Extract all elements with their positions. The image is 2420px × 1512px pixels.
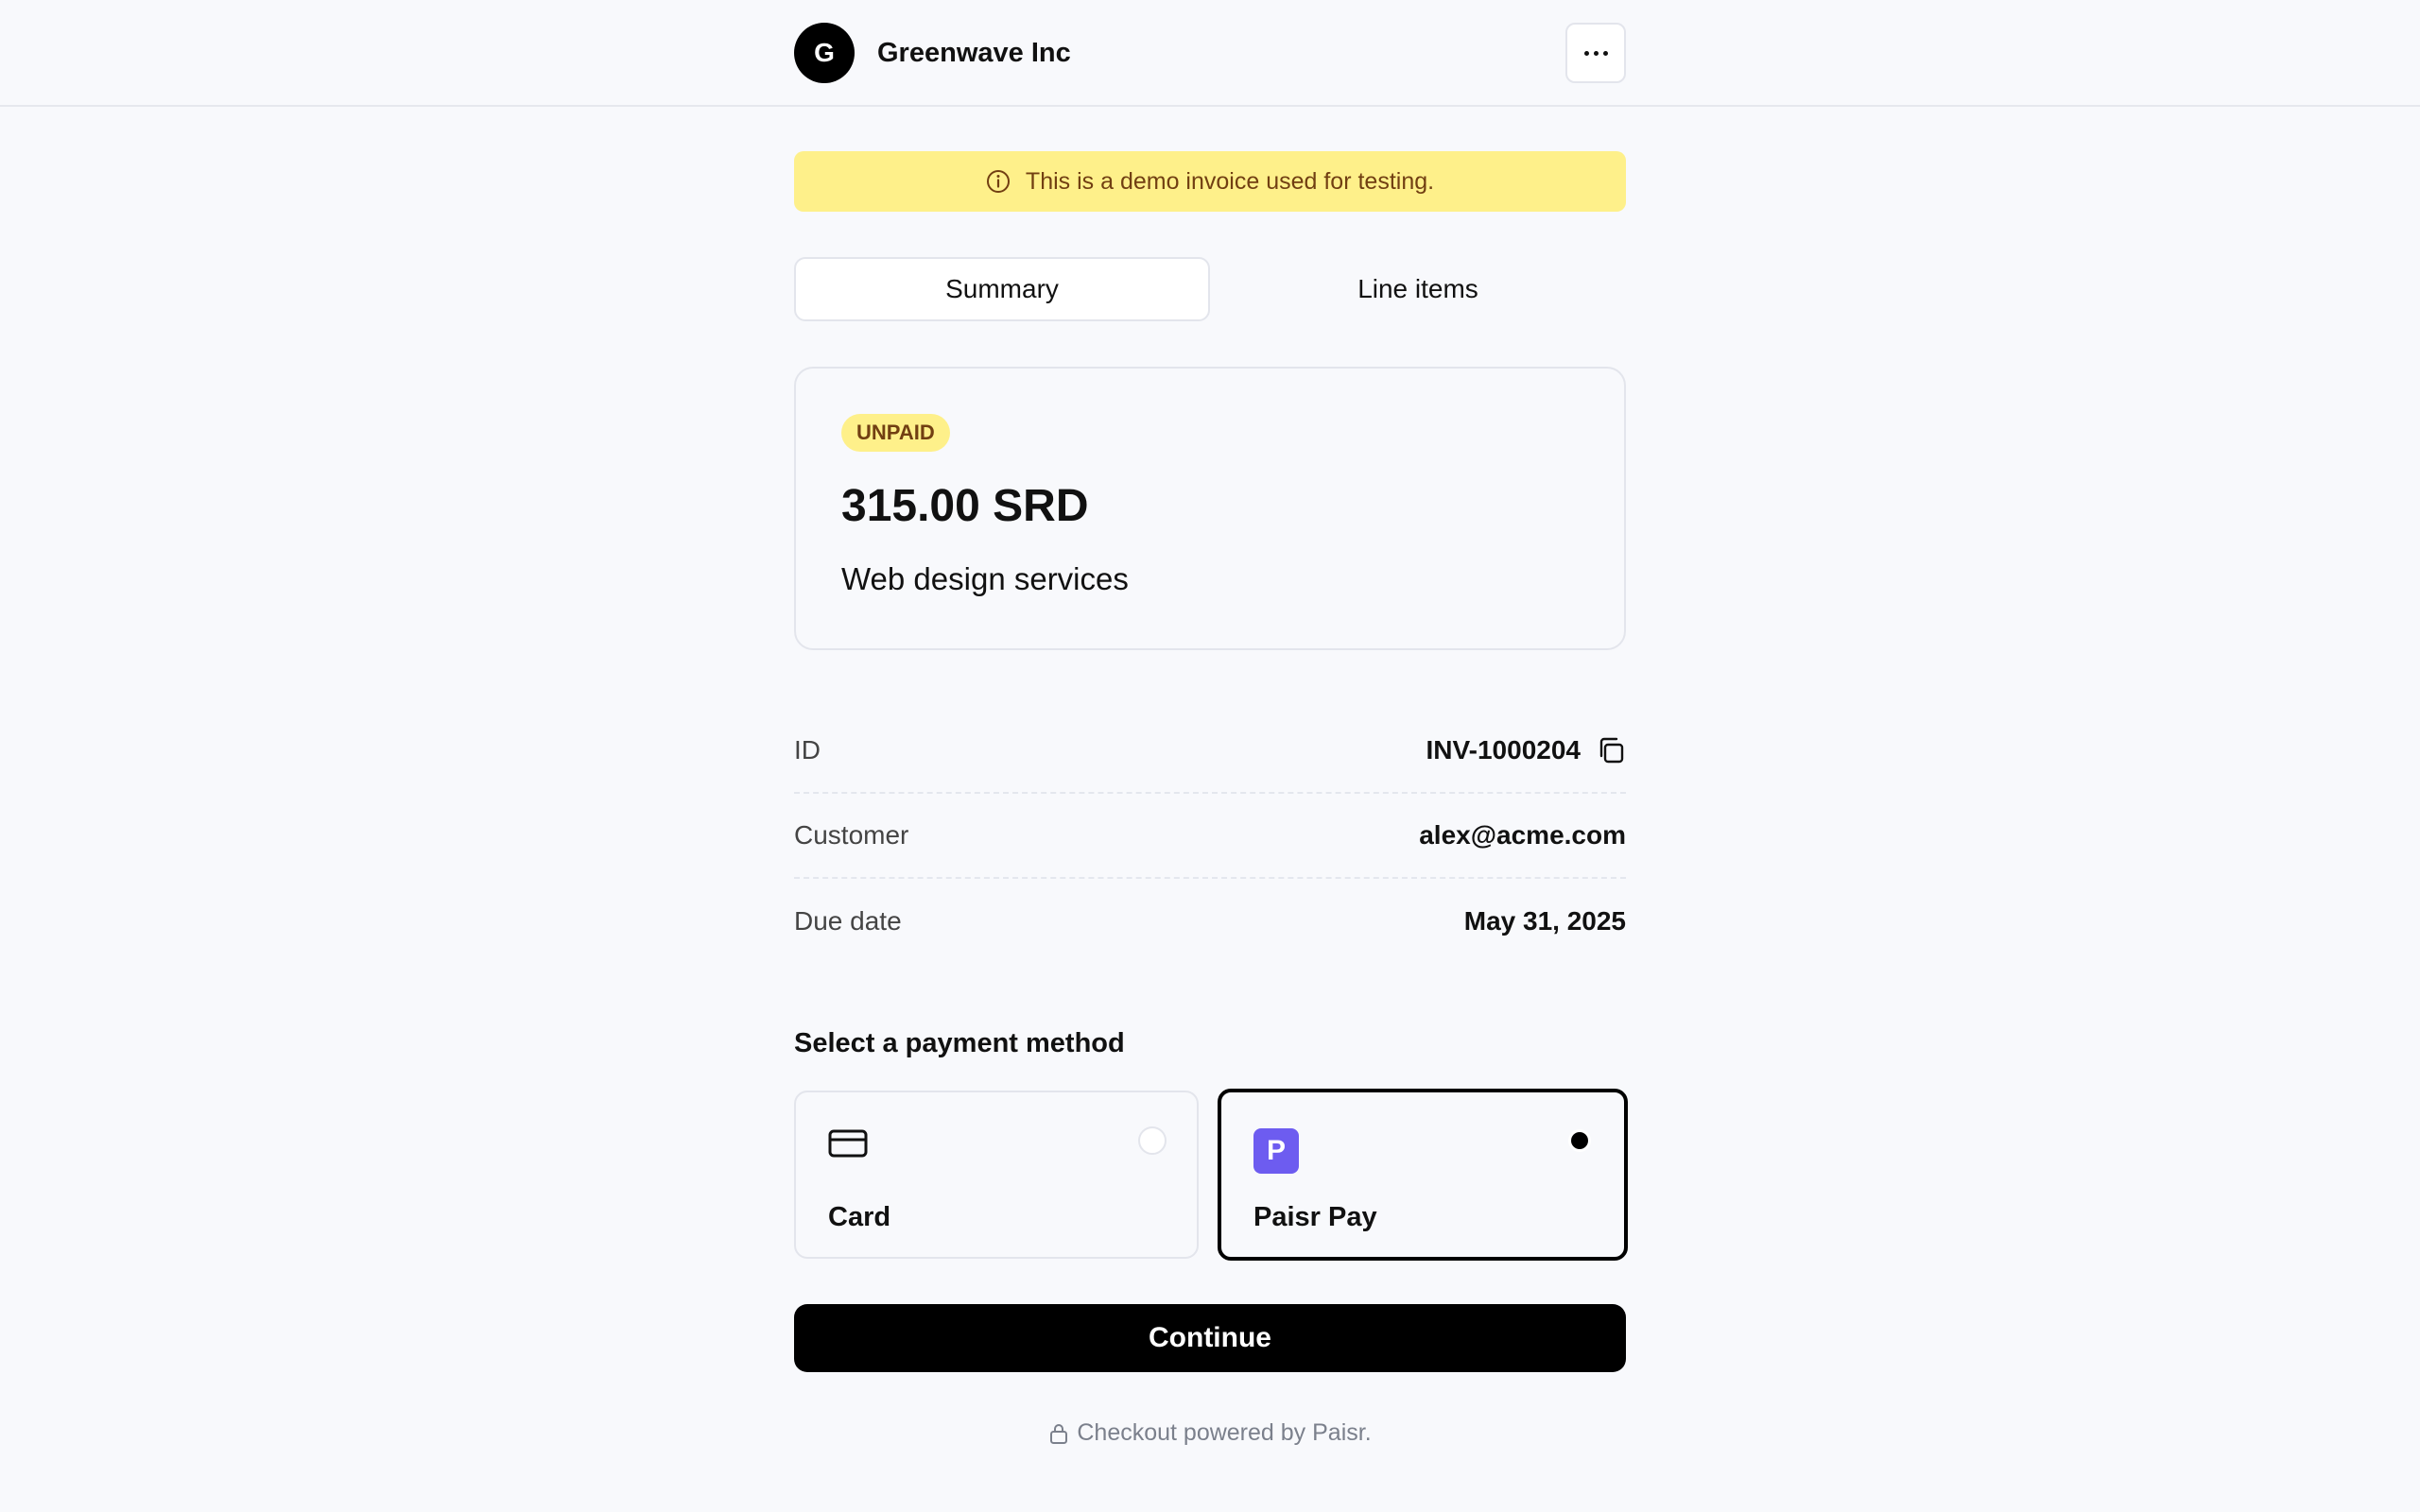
tab-bar: Summary Line items xyxy=(794,257,1626,321)
footer-text: Checkout powered by Paisr. xyxy=(1077,1419,1372,1446)
more-horizontal-icon-dot xyxy=(1593,50,1599,56)
due-date: May 31, 2025 xyxy=(1463,906,1626,936)
invoice-details: ID INV-1000204 Customer alex@acme.com Du… xyxy=(794,709,1626,964)
detail-row-due-date: Due date May 31, 2025 xyxy=(794,879,1626,964)
company-name: Greenwave Inc xyxy=(877,37,1071,68)
detail-label: ID xyxy=(794,735,821,765)
radio-selected[interactable] xyxy=(1565,1126,1594,1155)
invoice-description: Web design services xyxy=(841,561,1129,596)
payment-method-title: Select a payment method xyxy=(794,1028,1125,1058)
company-avatar: G xyxy=(794,23,855,83)
detail-row-id: ID INV-1000204 xyxy=(794,709,1626,794)
payment-option-label: Card xyxy=(828,1202,891,1232)
tab-line-items[interactable]: Line items xyxy=(1210,257,1626,321)
more-horizontal-icon-dot xyxy=(1602,50,1608,56)
payment-option-label: Paisr Pay xyxy=(1253,1202,1377,1232)
info-icon xyxy=(986,170,1010,193)
payment-methods: Card P Paisr Pay xyxy=(794,1089,1628,1263)
banner-text: This is a demo invoice used for testing. xyxy=(1025,167,1435,195)
copy-icon[interactable] xyxy=(1596,735,1626,765)
demo-banner: This is a demo invoice used for testing. xyxy=(794,151,1626,212)
customer-email: alex@acme.com xyxy=(1419,820,1626,850)
top-bar: G Greenwave Inc xyxy=(0,0,2420,107)
radio-unselected[interactable] xyxy=(1138,1126,1167,1155)
invoice-id: INV-1000204 xyxy=(1426,735,1581,765)
detail-row-customer: Customer alex@acme.com xyxy=(794,794,1626,879)
paisr-pay-logo-icon: P xyxy=(1253,1128,1299,1174)
payment-option-card[interactable]: Card xyxy=(794,1091,1199,1259)
footer: Checkout powered by Paisr. xyxy=(794,1419,1626,1447)
detail-label: Due date xyxy=(794,906,902,936)
detail-label: Customer xyxy=(794,820,909,850)
continue-button[interactable]: Continue xyxy=(794,1304,1626,1372)
brand: G Greenwave Inc xyxy=(794,23,1071,83)
status-badge: UNPAID xyxy=(841,414,950,452)
payment-option-paisr-pay[interactable]: P Paisr Pay xyxy=(1218,1089,1628,1261)
invoice-amount: 315.00 SRD xyxy=(841,481,1089,531)
detail-value: INV-1000204 xyxy=(1426,735,1626,765)
more-options-button[interactable] xyxy=(1565,23,1626,83)
tab-summary[interactable]: Summary xyxy=(794,257,1210,321)
invoice-summary-card: UNPAID 315.00 SRD Web design services xyxy=(794,367,1626,650)
more-horizontal-icon xyxy=(1583,50,1589,56)
lock-icon xyxy=(1050,1423,1068,1444)
credit-card-icon xyxy=(828,1128,868,1163)
